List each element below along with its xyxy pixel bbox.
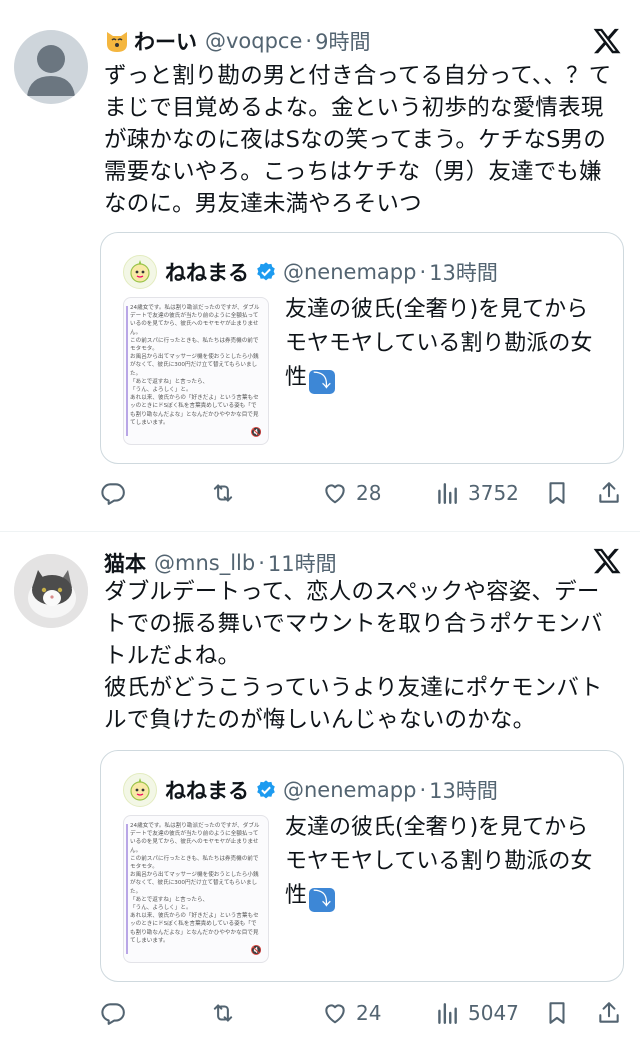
- retweet-button[interactable]: [210, 1000, 236, 1026]
- retweet-icon: [213, 484, 233, 502]
- speaker-icon: 🔇: [250, 428, 262, 438]
- bookmark-button[interactable]: [544, 1000, 570, 1026]
- quoted-handle[interactable]: @nenemapp: [283, 778, 416, 802]
- quoted-media-thumbnail[interactable]: 24歳女です。私は割り勘派だったのですが、ダブルデートで友達の彼氏が当たり前のよ…: [123, 815, 269, 963]
- display-name[interactable]: 猫本: [104, 548, 146, 578]
- tweet-header: わーい @voqpce · 9時間: [104, 26, 626, 56]
- tweet-text: ダブルデートって、恋人のスペックや容姿、デートでの振る舞いでマウントを取り合うポ…: [104, 576, 620, 736]
- avatar[interactable]: [14, 554, 88, 628]
- cat-emoji-icon: [107, 32, 127, 52]
- x-logo-icon[interactable]: [592, 546, 622, 576]
- retweet-button[interactable]: [210, 480, 236, 506]
- quoted-tweet-text: 友達の彼氏(全奢り)を見てからモヤモヤしている割り勘派の女性 ⤵: [285, 293, 609, 395]
- tweet-text: ずっと割り勘の男と付き合ってる自分って、、？てまじで目覚めるよな。金という初歩的…: [104, 60, 620, 220]
- like-button[interactable]: 28: [322, 480, 381, 506]
- tweet-header: 猫本 @mns_llb · 11時間: [104, 548, 626, 578]
- quoted-tweet[interactable]: ねねまる @nenemapp · 13時間 24歳女です。私は割り勘派だったので…: [100, 750, 624, 982]
- bookmark-icon: [549, 482, 565, 504]
- quoted-tweet-header: ねねまる @nenemapp · 13時間: [123, 773, 498, 807]
- views-button[interactable]: 5047: [434, 1000, 519, 1026]
- retweet-icon: [213, 1004, 233, 1022]
- x-logo-icon[interactable]: [592, 26, 622, 56]
- quoted-tweet-text: 友達の彼氏(全奢り)を見てからモヤモヤしている割り勘派の女性 ⤵: [285, 811, 609, 913]
- like-count: 24: [356, 1001, 382, 1025]
- view-count: 3752: [468, 481, 519, 505]
- user-handle[interactable]: @mns_llb: [154, 551, 255, 575]
- timestamp[interactable]: 11時間: [268, 548, 337, 578]
- quoted-display-name[interactable]: ねねまる: [165, 775, 249, 805]
- quoted-avatar[interactable]: [123, 255, 157, 289]
- verified-badge-icon: [257, 780, 275, 799]
- avatar[interactable]: [14, 30, 88, 104]
- like-button[interactable]: 24: [322, 1000, 381, 1026]
- arrow-down-emoji-icon: ⤵: [309, 370, 336, 394]
- reply-icon: [101, 1003, 125, 1025]
- share-button[interactable]: [596, 480, 622, 506]
- user-handle[interactable]: @voqpce: [205, 29, 302, 53]
- views-button[interactable]: 3752: [434, 480, 519, 506]
- tweet-paragraph: 彼氏がどうこうっていうより友達にポケモンバトルで負けたのが悔しいんじゃないのかな…: [104, 675, 603, 733]
- tweet-paragraph: ずっと割り勘の男と付き合ってる自分って、、？てまじで目覚めるよな。金という初歩的…: [104, 63, 612, 217]
- thumbnail-text: 24歳女です。私は割り勘派だったのですが、ダブルデートで友達の彼氏が当たり前のよ…: [130, 823, 260, 944]
- quoted-media-thumbnail[interactable]: 24歳女です。私は割り勘派だったのですが、ダブルデートで友達の彼氏が当たり前のよ…: [123, 297, 269, 445]
- share-icon: [599, 482, 619, 503]
- separator-dot: ·: [419, 778, 427, 802]
- tweet-paragraph: ダブルデートって、恋人のスペックや容姿、デートでの振る舞いでマウントを取り合うポ…: [104, 579, 603, 669]
- verified-badge-icon: [257, 262, 275, 281]
- quoted-tweet-header: ねねまる @nenemapp · 13時間: [123, 255, 498, 289]
- thumbnail-text: 24歳女です。私は割り勘派だったのですが、ダブルデートで友達の彼氏が当たり前のよ…: [130, 305, 260, 426]
- tweet[interactable]: 猫本 @mns_llb · 11時間 ダブルデートって、恋人のスペックや容姿、デ…: [0, 532, 640, 1058]
- share-button[interactable]: [596, 1000, 622, 1026]
- tweet-actions: 28 3752: [100, 480, 626, 510]
- quoted-timestamp[interactable]: 13時間: [429, 775, 498, 805]
- tweet-actions: 24 5047: [100, 1000, 626, 1030]
- separator-dot: ·: [258, 551, 265, 575]
- like-count: 28: [356, 481, 382, 505]
- views-icon: [438, 1003, 457, 1024]
- timestamp[interactable]: 9時間: [315, 26, 370, 56]
- separator-dot: ·: [419, 260, 427, 284]
- quoted-display-name[interactable]: ねねまる: [165, 257, 249, 287]
- share-icon: [599, 1002, 619, 1023]
- quoted-timestamp[interactable]: 13時間: [429, 257, 498, 287]
- bookmark-button[interactable]: [544, 480, 570, 506]
- bookmark-icon: [549, 1002, 565, 1024]
- view-count: 5047: [468, 1001, 519, 1025]
- quoted-avatar[interactable]: [123, 773, 157, 807]
- arrow-down-emoji-icon: ⤵: [309, 888, 336, 912]
- views-icon: [438, 483, 457, 504]
- thumbnail-accent-bar: [126, 306, 128, 436]
- speaker-icon: 🔇: [250, 946, 262, 956]
- tweet[interactable]: わーい @voqpce · 9時間 ずっと割り勘の男と付き合ってる自分って、、？…: [0, 0, 640, 532]
- like-icon: [325, 1004, 345, 1024]
- reply-button[interactable]: [100, 480, 126, 506]
- display-name[interactable]: わーい: [134, 26, 197, 56]
- thumbnail-accent-bar: [126, 824, 128, 954]
- reply-icon: [101, 483, 125, 505]
- quoted-handle[interactable]: @nenemapp: [283, 260, 416, 284]
- reply-button[interactable]: [100, 1000, 126, 1026]
- separator-dot: ·: [305, 29, 313, 53]
- like-icon: [325, 484, 345, 504]
- quoted-tweet[interactable]: ねねまる @nenemapp · 13時間 24歳女です。私は割り勘派だったので…: [100, 232, 624, 464]
